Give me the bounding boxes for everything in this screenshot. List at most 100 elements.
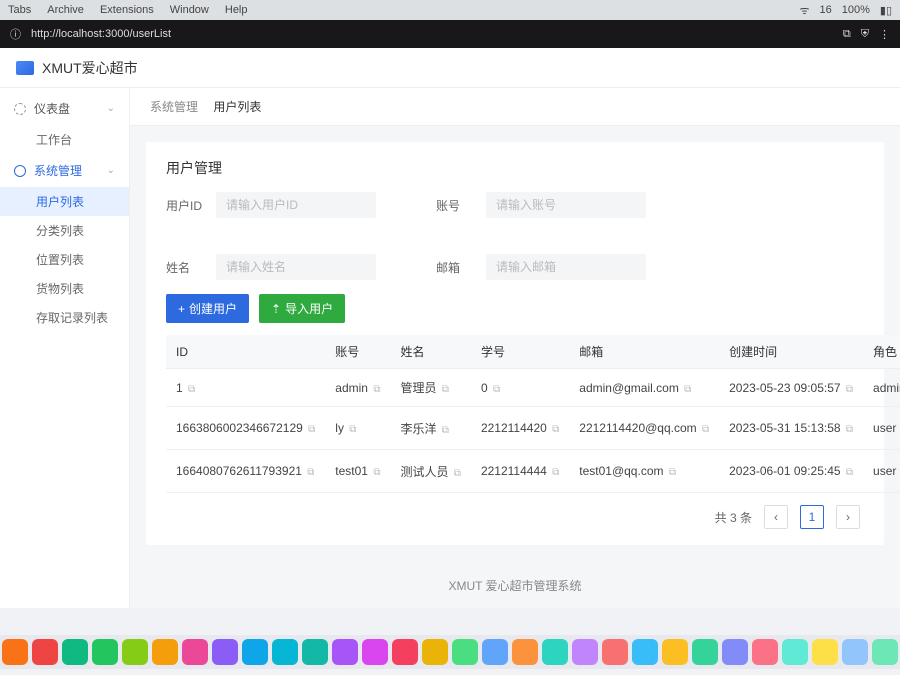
dock-app-5[interactable]: [122, 639, 148, 665]
copy-icon[interactable]: ⧉: [308, 424, 315, 435]
cell-time: 2023-05-31 15:13:58 ⧉: [719, 407, 863, 450]
dock-app-7[interactable]: [182, 639, 208, 665]
pagination: 共 3 条 ‹ 1 ›: [166, 493, 864, 529]
dock-app-10[interactable]: [272, 639, 298, 665]
footer-text: XMUT 爱心超市管理系统: [130, 561, 900, 608]
cell-time: 2023-05-23 09:05:57 ⧉: [719, 369, 863, 407]
dock-app-22[interactable]: [632, 639, 658, 665]
copy-icon[interactable]: ⧉: [188, 384, 195, 395]
dock-app-26[interactable]: [752, 639, 778, 665]
wifi-icon[interactable]: ᯤ: [799, 3, 809, 18]
copy-icon[interactable]: ⧉: [702, 424, 709, 435]
cell-name: 测试人员 ⧉: [390, 450, 470, 493]
cell-role: user ⧉: [863, 450, 900, 493]
import-user-button[interactable]: ⇡导入用户: [259, 294, 345, 323]
sidebar-item-sysmgmt[interactable]: 系统管理 ⌄: [0, 154, 129, 187]
dock-app-1[interactable]: [2, 639, 28, 665]
copy-icon[interactable]: ⧉: [307, 467, 314, 478]
upload-icon: ⇡: [271, 302, 281, 316]
input-name[interactable]: [216, 254, 376, 280]
copy-icon[interactable]: ⧉: [373, 467, 380, 478]
dock-app-12[interactable]: [332, 639, 358, 665]
copy-icon[interactable]: ⧉: [669, 467, 676, 478]
dock-app-15[interactable]: [422, 639, 448, 665]
sidebar-item-workbench[interactable]: 工作台: [0, 125, 129, 154]
table-row: 1663806002346672129 ⧉ly ⧉李乐洋 ⧉2212114420…: [166, 407, 900, 450]
copy-icon[interactable]: ⧉: [454, 468, 461, 479]
dock-app-24[interactable]: [692, 639, 718, 665]
app-header: XMUT爱心超市: [0, 48, 900, 88]
url-text[interactable]: http://localhost:3000/userList: [31, 28, 171, 40]
copy-icon[interactable]: ⧉: [552, 424, 559, 435]
copy-icon[interactable]: ⧉: [846, 384, 853, 395]
link-icon[interactable]: ⧉: [843, 28, 851, 41]
chevron-down-icon: ⌄: [107, 165, 115, 176]
crumb-parent[interactable]: 系统管理: [150, 100, 198, 114]
copy-icon[interactable]: ⧉: [373, 384, 380, 395]
cell-email: test01@qq.com ⧉: [569, 450, 719, 493]
menu-help[interactable]: Help: [225, 4, 248, 16]
cell-name: 李乐洋 ⧉: [390, 407, 470, 450]
dock-app-6[interactable]: [152, 639, 178, 665]
dock-app-8[interactable]: [212, 639, 238, 665]
dock-app-9[interactable]: [242, 639, 268, 665]
dock-app-14[interactable]: [392, 639, 418, 665]
sidebar-item-goods[interactable]: 货物列表: [0, 274, 129, 303]
dock-app-17[interactable]: [482, 639, 508, 665]
menu-icon[interactable]: ⋮: [879, 28, 890, 41]
menu-extensions[interactable]: Extensions: [100, 4, 154, 16]
notif-badge[interactable]: 16: [820, 4, 832, 16]
input-account[interactable]: [486, 192, 646, 218]
dock-app-16[interactable]: [452, 639, 478, 665]
dock-app-20[interactable]: [572, 639, 598, 665]
dock-app-27[interactable]: [782, 639, 808, 665]
copy-icon[interactable]: ⧉: [846, 424, 853, 435]
sidebar-item-location[interactable]: 位置列表: [0, 245, 129, 274]
menu-tabs[interactable]: Tabs: [8, 4, 31, 16]
app-title: XMUT爱心超市: [42, 58, 138, 78]
dock-app-23[interactable]: [662, 639, 688, 665]
menu-archive[interactable]: Archive: [47, 4, 84, 16]
info-icon[interactable]: ⓘ: [10, 26, 21, 42]
input-userid[interactable]: [216, 192, 376, 218]
cell-account: admin ⧉: [325, 369, 390, 407]
page-prev[interactable]: ‹: [764, 505, 788, 529]
sidebar-item-category[interactable]: 分类列表: [0, 216, 129, 245]
dock-app-21[interactable]: [602, 639, 628, 665]
shield-icon[interactable]: ⛨: [861, 28, 869, 41]
page-next[interactable]: ›: [836, 505, 860, 529]
label-email: 邮箱: [436, 259, 472, 276]
copy-icon[interactable]: ⧉: [846, 467, 853, 478]
col-0: ID: [166, 335, 325, 369]
dock-app-28[interactable]: [812, 639, 838, 665]
dock-app-25[interactable]: [722, 639, 748, 665]
col-5: 创建时间: [719, 335, 863, 369]
dock-app-18[interactable]: [512, 639, 538, 665]
page-1[interactable]: 1: [800, 505, 824, 529]
dock-app-11[interactable]: [302, 639, 328, 665]
copy-icon[interactable]: ⧉: [552, 467, 559, 478]
sidebar-item-records[interactable]: 存取记录列表: [0, 303, 129, 332]
col-2: 姓名: [390, 335, 470, 369]
user-table: ID账号姓名学号邮箱创建时间角色操作 1 ⧉admin ⧉管理员 ⧉0 ⧉adm…: [166, 335, 900, 493]
dock-app-30[interactable]: [872, 639, 898, 665]
sidebar-item-dashboard[interactable]: 仪表盘 ⌄: [0, 92, 129, 125]
macos-dock[interactable]: [0, 635, 900, 669]
plus-icon: +: [178, 302, 185, 316]
dock-app-3[interactable]: [62, 639, 88, 665]
cell-time: 2023-06-01 09:25:45 ⧉: [719, 450, 863, 493]
copy-icon[interactable]: ⧉: [684, 384, 691, 395]
copy-icon[interactable]: ⧉: [442, 384, 449, 395]
sidebar-item-userlist[interactable]: 用户列表: [0, 187, 129, 216]
copy-icon[interactable]: ⧉: [493, 384, 500, 395]
dock-app-29[interactable]: [842, 639, 868, 665]
copy-icon[interactable]: ⧉: [442, 425, 449, 436]
dock-app-4[interactable]: [92, 639, 118, 665]
dock-app-13[interactable]: [362, 639, 388, 665]
input-email[interactable]: [486, 254, 646, 280]
create-user-button[interactable]: +创建用户: [166, 294, 249, 323]
dock-app-19[interactable]: [542, 639, 568, 665]
dock-app-2[interactable]: [32, 639, 58, 665]
menu-window[interactable]: Window: [170, 4, 209, 16]
copy-icon[interactable]: ⧉: [349, 424, 356, 435]
